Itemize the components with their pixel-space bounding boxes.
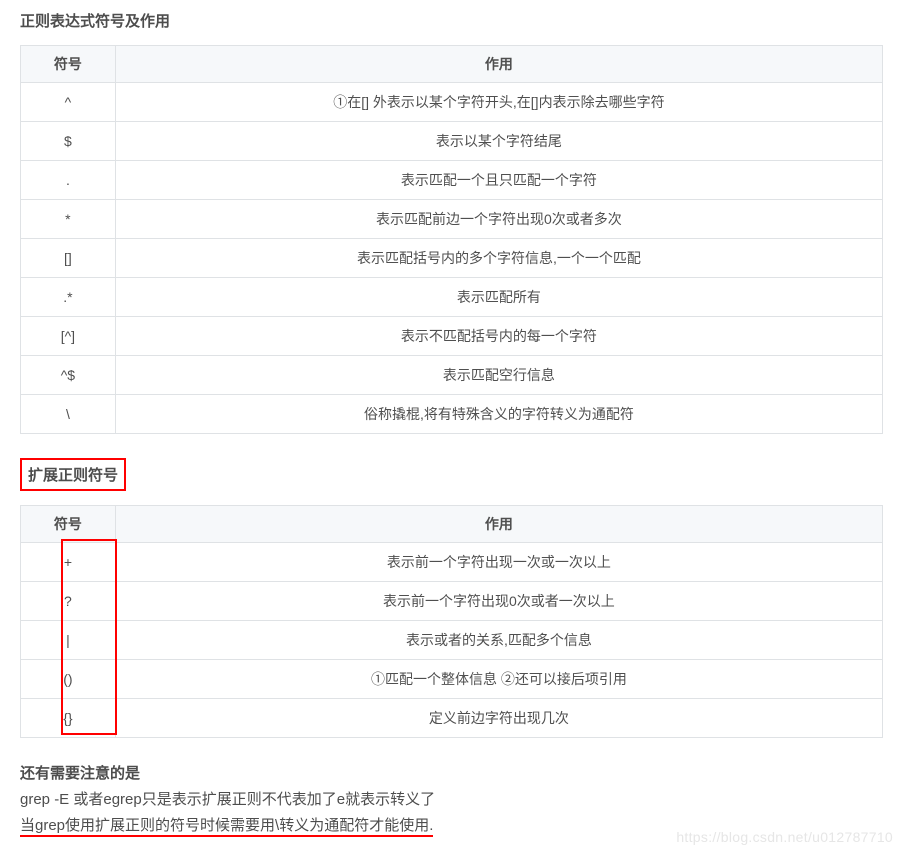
- cell-usage: 表示前一个字符出现0次或者一次以上: [115, 582, 882, 621]
- table-row: * 表示匹配前边一个字符出现0次或者多次: [21, 200, 883, 239]
- cell-symbol: (): [21, 660, 116, 699]
- th-usage: 作用: [115, 506, 882, 543]
- table-row: [^] 表示不匹配括号内的每一个字符: [21, 317, 883, 356]
- cell-symbol: |: [21, 621, 116, 660]
- cell-usage: 表示不匹配括号内的每一个字符: [115, 317, 882, 356]
- cell-usage: ①匹配一个整体信息 ②还可以接后项引用: [115, 660, 882, 699]
- table-basic-regex: 符号 作用 ^ ①在[] 外表示以某个字符开头,在[]内表示除去哪些字符 $ 表…: [20, 45, 883, 434]
- th-symbol: 符号: [21, 506, 116, 543]
- cell-usage: 定义前边字符出现几次: [115, 699, 882, 738]
- cell-symbol: .: [21, 161, 116, 200]
- table-row: $ 表示以某个字符结尾: [21, 122, 883, 161]
- notes-line2-underlined: 当grep使用扩展正则的符号时候需要用\转义为通配符才能使用.: [20, 817, 433, 837]
- cell-usage: 表示匹配前边一个字符出现0次或者多次: [115, 200, 882, 239]
- table-row: ^$ 表示匹配空行信息: [21, 356, 883, 395]
- table-extended-regex: 符号 作用 + 表示前一个字符出现一次或一次以上 ? 表示前一个字符出现0次或者…: [20, 505, 883, 738]
- cell-usage: 俗称撬棍,将有特殊含义的字符转义为通配符: [115, 395, 882, 434]
- cell-usage: 表示或者的关系,匹配多个信息: [115, 621, 882, 660]
- cell-symbol: +: [21, 543, 116, 582]
- th-usage: 作用: [115, 46, 882, 83]
- cell-symbol: $: [21, 122, 116, 161]
- cell-symbol: \: [21, 395, 116, 434]
- cell-usage: 表示匹配括号内的多个字符信息,一个一个匹配: [115, 239, 882, 278]
- table-row: . 表示匹配一个且只匹配一个字符: [21, 161, 883, 200]
- cell-symbol: *: [21, 200, 116, 239]
- cell-usage: ①在[] 外表示以某个字符开头,在[]内表示除去哪些字符: [115, 83, 882, 122]
- cell-usage: 表示以某个字符结尾: [115, 122, 882, 161]
- table-row: ? 表示前一个字符出现0次或者一次以上: [21, 582, 883, 621]
- table-row: | 表示或者的关系,匹配多个信息: [21, 621, 883, 660]
- notes-title: 还有需要注意的是: [20, 762, 883, 786]
- cell-symbol: ^: [21, 83, 116, 122]
- cell-usage: 表示匹配所有: [115, 278, 882, 317]
- table-row: + 表示前一个字符出现一次或一次以上: [21, 543, 883, 582]
- cell-symbol: .*: [21, 278, 116, 317]
- cell-symbol: ^$: [21, 356, 116, 395]
- section1-title: 正则表达式符号及作用: [20, 10, 170, 31]
- cell-symbol: {}: [21, 699, 116, 738]
- notes-line1: grep -E 或者egrep只是表示扩展正则不代表加了e就表示转义了: [20, 788, 883, 812]
- section2-title: 扩展正则符号: [20, 458, 126, 491]
- th-symbol: 符号: [21, 46, 116, 83]
- table-row: \ 俗称撬棍,将有特殊含义的字符转义为通配符: [21, 395, 883, 434]
- cell-usage: 表示匹配一个且只匹配一个字符: [115, 161, 882, 200]
- cell-usage: 表示前一个字符出现一次或一次以上: [115, 543, 882, 582]
- table-row: .* 表示匹配所有: [21, 278, 883, 317]
- cell-symbol: [^]: [21, 317, 116, 356]
- table-row: () ①匹配一个整体信息 ②还可以接后项引用: [21, 660, 883, 699]
- cell-symbol: ?: [21, 582, 116, 621]
- table-row: {} 定义前边字符出现几次: [21, 699, 883, 738]
- cell-symbol: []: [21, 239, 116, 278]
- table-row: ^ ①在[] 外表示以某个字符开头,在[]内表示除去哪些字符: [21, 83, 883, 122]
- cell-usage: 表示匹配空行信息: [115, 356, 882, 395]
- notes-section: 还有需要注意的是 grep -E 或者egrep只是表示扩展正则不代表加了e就表…: [20, 762, 883, 838]
- table-row: [] 表示匹配括号内的多个字符信息,一个一个匹配: [21, 239, 883, 278]
